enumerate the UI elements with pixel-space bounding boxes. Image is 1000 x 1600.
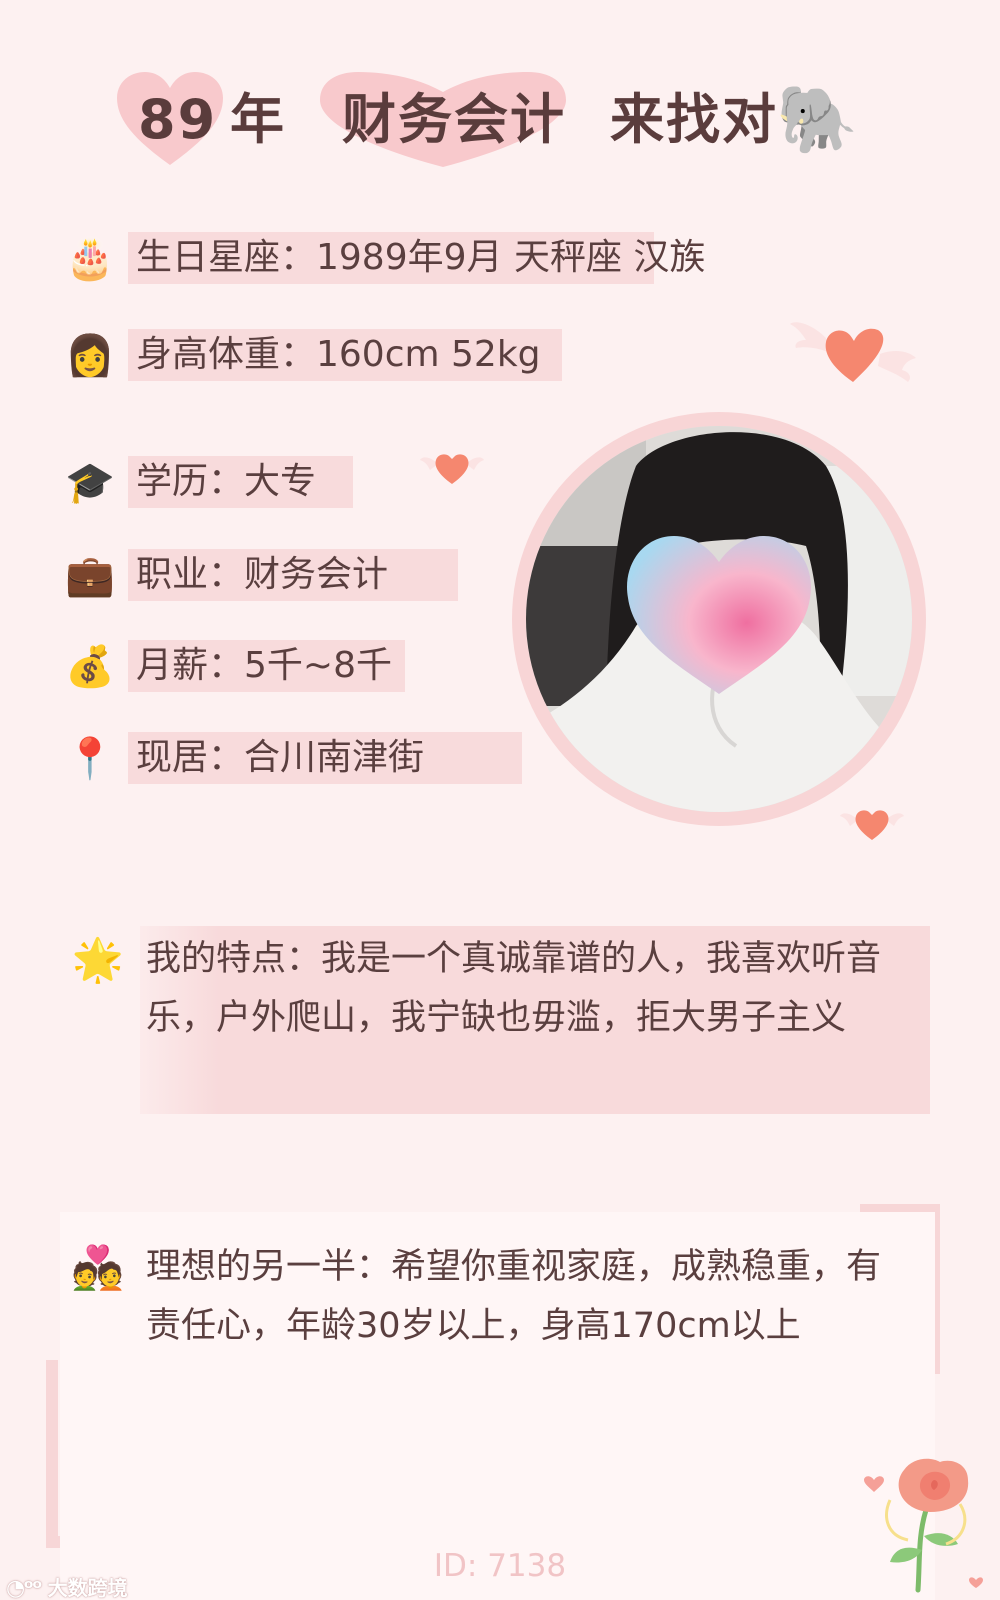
info-birthday: 生日星座：1989年9月 天秤座 汉族 [136,237,706,278]
features-line-1: 我的特点：我是一个真诚靠谱的人，我喜欢听音 [146,939,882,979]
info-occupation: 职业：财务会计 [136,554,389,595]
profile-id: ID: 7138 [433,1548,567,1584]
money-bag-icon: 💰 [65,643,115,690]
info-height-weight: 身高体重：160cm 52kg [136,334,541,375]
star-icon: 🌟 [71,935,125,984]
info-education: 学历：大专 [136,461,317,502]
couple-heart-icon: 💑 [71,1243,125,1292]
info-salary: 月薪：5千~8千 [136,645,392,686]
birthday-cake-icon: 🎂 [65,235,115,282]
winged-heart-icon [840,810,904,840]
winged-heart-icon [420,454,484,484]
winged-heart-icon [790,322,916,382]
graduation-cap-icon: 🎓 [65,459,115,506]
woman-icon: 👩 [65,332,115,379]
title-slogan: 来找对 [610,88,778,151]
frame-corner [46,1360,58,1548]
title-job: 财务会计 [342,88,566,151]
info-residence: 现居：合川南津街 [136,737,425,778]
elephant-icon: 🐘 [776,81,859,158]
ideal-line-1: 理想的另一半：希望你重视家庭，成熟稳重，有 [146,1247,882,1287]
profile-photo [526,426,912,812]
features-line-2: 乐，户外爬山，我宁缺也毋滥，拒大男子主义 [146,998,847,1038]
title-year-suffix: 年 [230,88,286,151]
ideal-line-2: 责任心，年龄30岁以上，身高170cm以上 [146,1306,801,1346]
title-year: 89 [138,88,218,151]
watermark-logo: ◔ᵒᵒ 大数跨境 [6,1572,128,1600]
location-pin-icon: 📍 [65,735,115,782]
logo-mark: ◔ᵒᵒ [6,1576,43,1600]
watermark-text: 大数跨境 [47,1576,128,1600]
briefcase-icon: 💼 [65,552,115,599]
